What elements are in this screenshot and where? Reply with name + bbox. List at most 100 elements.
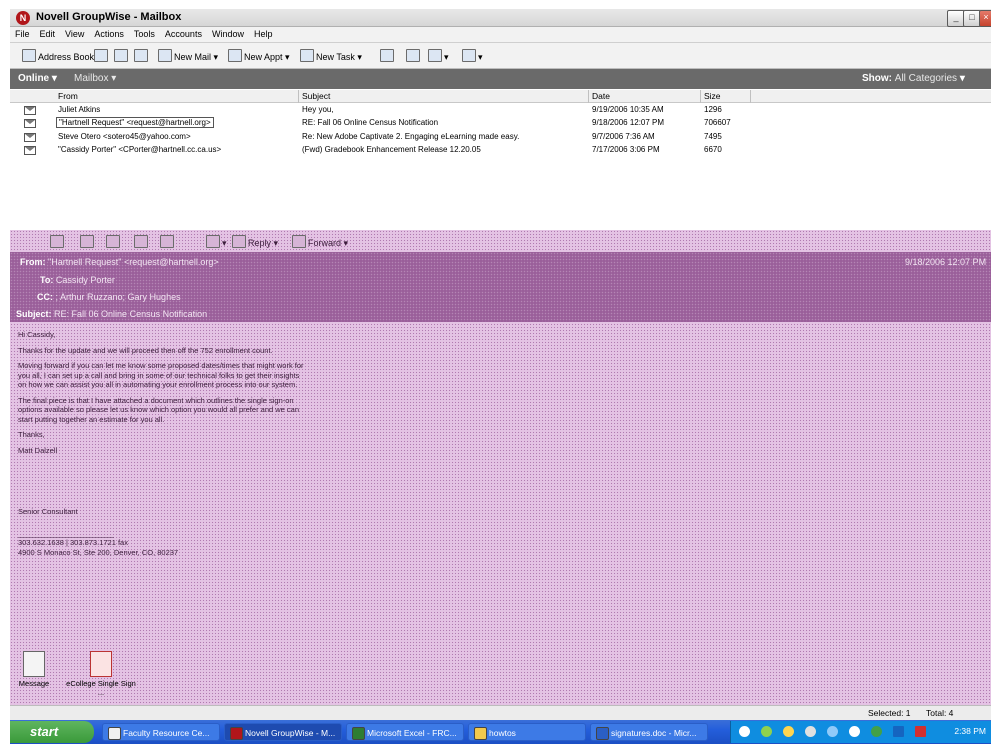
message-file-icon [23,651,45,677]
show-label: Show: [862,73,892,84]
browser-icon [108,727,121,740]
new-task-button[interactable]: New Task ▾ [300,49,362,63]
task-label: signatures.doc - Micr... [611,728,697,738]
message-row[interactable]: Juliet Atkins Hey you, 9/19/2006 10:35 A… [10,104,991,116]
envelope-opened-icon [24,146,36,155]
column-subject[interactable]: Subject [302,91,330,101]
reply-button[interactable]: Reply ▾ [232,235,278,249]
task-faculty-resource[interactable]: Faculty Resource Ce... [102,723,220,741]
message-row-selected[interactable]: "Hartnell Request" <request@hartnell.org… [10,117,991,129]
address-book-button[interactable]: Address Book [22,49,94,62]
online-mode-menu[interactable]: Online ▾ [18,73,57,84]
column-from[interactable]: From [58,91,78,101]
mailbox-folder-menu[interactable]: Mailbox ▾ [74,73,116,84]
menu-accounts[interactable]: Accounts [160,27,207,39]
cc-value[interactable]: ; Arthur Ruzzano; Gary Hughes [56,292,181,302]
row-size: 6670 [704,145,722,154]
reader-tool-button[interactable] [80,235,96,248]
help-menu-button[interactable]: ▾ [206,235,227,249]
column-separator[interactable] [750,90,751,103]
row-from: Juliet Atkins [58,105,101,114]
mode-bar: Online ▾ Mailbox ▾ Show: All Categories … [10,69,991,89]
reader-tool-button[interactable] [50,235,66,248]
tray-app-icon[interactable] [783,726,794,737]
tray-app-icon[interactable] [827,726,838,737]
groupwise-app-icon: N [16,11,30,25]
windows-taskbar: start Faculty Resource Ce... Novell Grou… [10,720,991,744]
menu-window[interactable]: Window [207,27,249,39]
reader-tool-button[interactable] [134,235,150,248]
column-date[interactable]: Date [592,91,610,101]
body-paragraph: Moving forward if you can let me know so… [18,361,304,389]
new-appt-button[interactable]: New Appt ▾ [228,49,290,63]
row-size: 7495 [704,132,722,141]
menu-bar: File Edit View Actions Tools Accounts Window He… [10,27,991,43]
reply-icon [232,235,246,248]
new-document-button[interactable] [380,49,396,62]
print-button[interactable] [114,49,130,62]
task-groupwise[interactable]: Novell GroupWise - M... [224,723,342,741]
column-size[interactable]: Size [704,91,721,101]
tray-app-icon[interactable] [761,726,772,737]
search-icon [134,49,148,62]
delete-icon [160,235,174,248]
column-separator[interactable] [700,90,701,103]
mailbox-label: Mailbox [74,73,109,84]
menu-edit[interactable]: Edit [35,27,61,39]
attachment-ecollege[interactable]: eCollege Single Sign ... [66,651,136,697]
signature-phone: 303.632.1638 | 303.873.1721 fax [18,538,128,547]
main-toolbar: Address Book New Mail ▾ New Appt ▾ New T… [10,43,991,69]
start-button[interactable]: start [10,721,94,743]
column-separator[interactable] [298,90,299,103]
new-mail-label: New Mail [174,52,212,62]
message-body[interactable]: Hi Cassidy, Thanks for the update and we… [18,330,308,557]
show-categories-menu[interactable]: Show: All Categories ▾ [862,73,965,84]
new-mail-button[interactable]: New Mail ▾ [158,49,218,63]
reader-tool-button[interactable] [106,235,122,248]
layout-button[interactable]: ▾ [462,49,483,63]
row-date: 9/19/2006 10:35 AM [592,105,664,114]
row-from: Steve Otero <sotero45@yahoo.com> [58,132,191,141]
tray-app-icon[interactable] [871,726,882,737]
attachment-message[interactable]: Message [16,651,52,688]
task-signatures-doc[interactable]: signatures.doc - Micr... [590,723,708,741]
menu-help[interactable]: Help [249,27,278,39]
row-subject: Re: New Adobe Captivate 2. Engaging eLea… [302,132,520,141]
find-button[interactable] [94,49,110,62]
clock: 2:38 PM [954,726,986,736]
column-separator[interactable] [588,90,589,103]
envelope-opened-icon [24,106,36,115]
message-row[interactable]: "Cassidy Porter" <CPorter@hartnell.cc.ca… [10,144,991,156]
tray-app-icon[interactable] [849,726,860,737]
menu-tools[interactable]: Tools [129,27,160,39]
envelope-replied-icon [24,119,36,128]
to-value[interactable]: Cassidy Porter [56,275,115,285]
row-date: 9/7/2006 7:36 AM [592,132,655,141]
cc-label: CC: [37,292,53,302]
reading-pane-toolbar: ▾ Reply ▾ Forward ▾ [10,232,991,250]
menu-actions[interactable]: Actions [89,27,129,39]
forward-button[interactable]: Forward ▾ [292,235,348,249]
close-button[interactable]: × [979,10,991,27]
find-icon [94,49,108,62]
display-settings-button[interactable] [406,49,422,62]
show-value: All Categories [894,73,958,84]
attachments-bar: Message eCollege Single Sign ... [10,645,991,707]
view-options-button[interactable]: ▾ [428,49,449,63]
row-date: 7/17/2006 3:06 PM [592,145,660,154]
task-excel[interactable]: Microsoft Excel - FRC... [346,723,464,741]
menu-view[interactable]: View [60,27,89,39]
tray-app-icon[interactable] [893,726,904,737]
menu-file[interactable]: File [10,27,35,39]
message-row[interactable]: Steve Otero <sotero45@yahoo.com> Re: New… [10,131,991,143]
word-icon [596,727,609,740]
tray-app-icon[interactable] [805,726,816,737]
search-button[interactable] [134,49,150,62]
help-icon [206,235,220,248]
tray-novell-icon[interactable] [915,726,926,737]
from-value[interactable]: "Hartnell Request" <request@hartnell.org… [48,257,219,267]
groupwise-icon [230,727,243,740]
reader-tool-button[interactable] [160,235,176,248]
task-howtos[interactable]: howtos [468,723,586,741]
tray-app-icon[interactable] [739,726,750,737]
